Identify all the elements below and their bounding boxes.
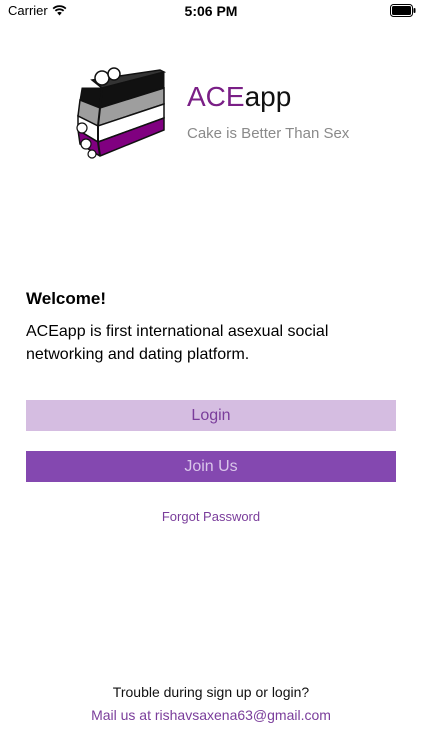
brand-name: ACEapp [187, 81, 291, 113]
join-us-button[interactable]: Join Us [26, 451, 396, 482]
cake-logo-icon [76, 67, 167, 159]
brand-tagline: Cake is Better Than Sex [187, 125, 350, 142]
forgot-password-link[interactable]: Forgot Password [0, 509, 422, 524]
app-logo: ACEapp Cake is Better Than Sex [72, 66, 392, 166]
trouble-text: Trouble during sign up or login? [112, 684, 310, 700]
battery-icon [390, 4, 416, 17]
status-time: 5:06 PM [184, 3, 238, 19]
welcome-description: ACEapp is first international asexual so… [26, 323, 329, 363]
brand-name-part2: app [244, 81, 292, 112]
login-button[interactable]: Login [26, 400, 396, 431]
brand-name-part1: ACE [187, 81, 245, 112]
welcome-title: Welcome! [26, 289, 106, 308]
status-bar: Carrier 5:06 PM [0, 0, 422, 22]
mail-us-link[interactable]: Mail us at rishavsaxena63@gmail.com [0, 707, 422, 723]
